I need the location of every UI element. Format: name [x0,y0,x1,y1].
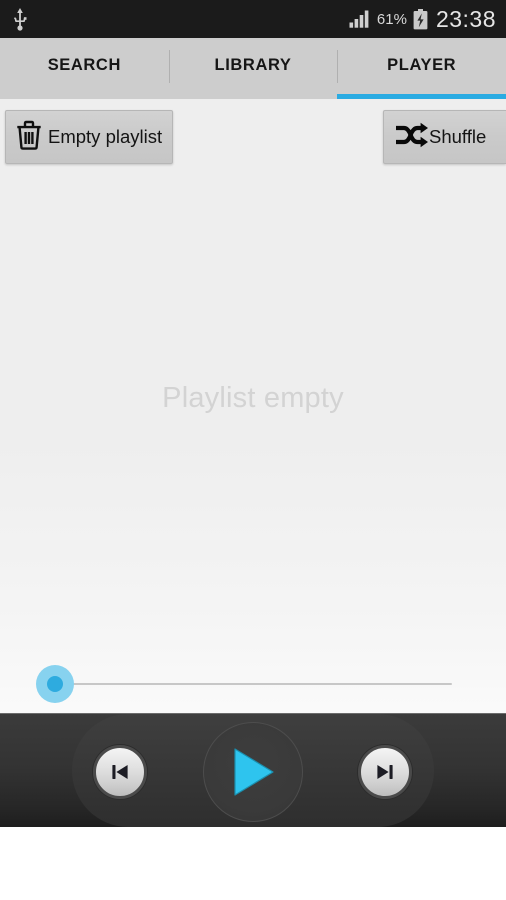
empty-playlist-label: Empty playlist [48,126,163,147]
tab-search-label: SEARCH [47,56,121,74]
clock-label: 23:38 [435,5,496,32]
empty-playlist-button[interactable]: Empty playlist [5,110,174,164]
seek-thumb[interactable] [47,676,63,692]
tab-library[interactable]: LIBRARY [168,38,338,99]
trash-icon [16,120,42,155]
shuffle-icon [394,122,428,153]
previous-track-button[interactable] [93,745,147,799]
next-track-button[interactable] [358,745,412,799]
tab-player[interactable]: PLAYER [337,38,506,99]
seek-track [55,683,452,685]
skip-previous-icon [109,762,131,782]
player-content-area: Playlist empty Empty playlist Shuffle [0,99,506,713]
usb-icon [10,7,30,31]
app-window: 61% 23:38 SEARCH LIBRARY PLAYER Playlist… [0,0,506,900]
tab-search[interactable]: SEARCH [0,38,169,99]
seek-slider[interactable] [0,655,506,713]
playlist-empty-message: Playlist empty [162,381,344,414]
play-icon [231,747,275,797]
status-bar: 61% 23:38 [0,0,506,38]
tab-bar: SEARCH LIBRARY PLAYER [0,38,506,99]
shuffle-label: Shuffle [429,126,487,147]
status-bar-right: 61% 23:38 [349,6,496,33]
battery-charging-icon [413,8,428,30]
play-button[interactable] [203,722,303,822]
status-bar-left [10,7,30,31]
shuffle-button[interactable]: Shuffle [383,110,506,164]
tab-library-label: LIBRARY [214,56,292,74]
battery-percent-label: 61% [376,10,407,28]
signal-bars-icon [349,10,371,28]
tab-player-label: PLAYER [387,56,457,74]
skip-next-icon [374,762,396,782]
